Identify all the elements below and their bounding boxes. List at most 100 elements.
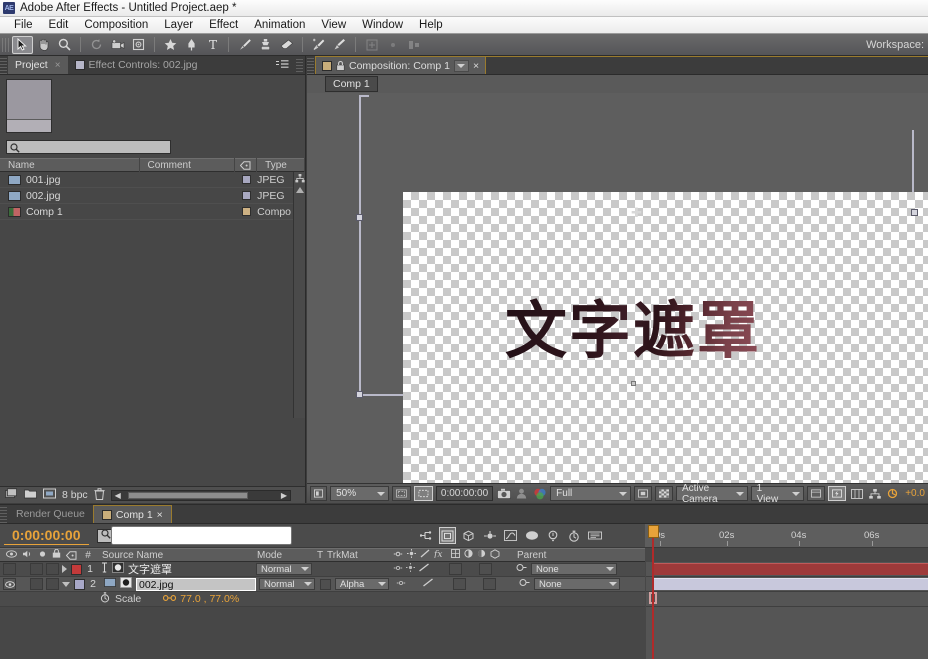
layer1-collapse-icon[interactable] [406, 563, 415, 575]
stopwatch-icon[interactable] [565, 527, 582, 544]
toolbar-grip[interactable] [2, 38, 10, 52]
fast-previews-button[interactable] [828, 486, 846, 501]
column-trkmat[interactable]: TrkMat [327, 550, 387, 561]
bit-depth-label[interactable]: 8 bpc [62, 489, 88, 501]
layer2-parent-select[interactable]: None [534, 578, 620, 590]
menu-help[interactable]: Help [411, 17, 451, 34]
new-footage-icon[interactable] [43, 488, 56, 502]
puppet-pin-tool[interactable] [329, 36, 350, 54]
layer1-solo-toggle[interactable] [46, 563, 59, 575]
timeline-search-box[interactable] [97, 529, 262, 543]
layer1-parent-select[interactable]: None [531, 563, 617, 575]
list-item[interactable]: 001.jpg JPEG [0, 172, 305, 188]
snapping-toggle[interactable] [361, 36, 382, 54]
parent-pickwhip-icon[interactable] [516, 563, 527, 575]
close-icon[interactable]: × [55, 60, 61, 71]
composition-panel-grip[interactable] [307, 56, 314, 74]
selection-handle-center-bottom[interactable] [631, 381, 636, 386]
layer2-shy-icon[interactable] [396, 578, 406, 590]
layer2-parent-cell[interactable]: None [514, 578, 634, 590]
selection-tool[interactable] [12, 36, 33, 54]
project-panel-grip[interactable] [0, 56, 7, 74]
layer2-motion-blur-toggle[interactable] [483, 578, 496, 590]
composition-mini-flowchart-icon[interactable] [418, 527, 435, 544]
playhead-marker[interactable] [648, 525, 659, 538]
timeline-track-area[interactable] [646, 562, 928, 659]
menu-window[interactable]: Window [354, 17, 411, 34]
snapshot-camera-icon[interactable] [496, 486, 511, 501]
toggle-mask-paths-button[interactable] [414, 486, 433, 501]
project-search-box[interactable] [6, 140, 171, 154]
menu-animation[interactable]: Animation [246, 17, 313, 34]
anchor-point-icon[interactable]: ✚ [631, 206, 642, 219]
new-3d-layer-icon[interactable] [460, 527, 477, 544]
stopwatch-icon[interactable] [100, 592, 110, 606]
tab-project[interactable]: Project × [8, 56, 68, 74]
layer1-quality-icon[interactable] [418, 563, 430, 575]
project-horizontal-scrollbar[interactable]: ◀ ▶ [111, 490, 291, 501]
layer2-visibility-toggle[interactable] [3, 578, 16, 590]
layer2-quality-icon[interactable] [422, 578, 434, 590]
tab-render-queue[interactable]: Render Queue [8, 505, 93, 523]
menu-view[interactable]: View [313, 17, 354, 34]
column-label-icon[interactable] [62, 551, 80, 560]
track-row-layer1[interactable] [646, 562, 928, 577]
motion-blur-icon[interactable] [481, 527, 498, 544]
timeline-panel-icon[interactable] [849, 486, 864, 501]
comp-text-layer[interactable]: 文字遮罩 [505, 298, 830, 364]
composition-viewer[interactable]: 文字遮罩 ✚ [307, 93, 928, 483]
align-icon[interactable] [403, 36, 424, 54]
panel-menu-icon[interactable] [276, 60, 289, 69]
exposure-value[interactable]: +0.0 [903, 488, 925, 499]
new-folder-icon[interactable] [24, 488, 37, 502]
scale-property-value-group[interactable]: 77.0 , 77.0% [141, 593, 239, 605]
camera-view-select[interactable]: Active Camera [676, 486, 748, 501]
column-source-name[interactable]: Source Name [96, 550, 251, 561]
menu-effect[interactable]: Effect [201, 17, 246, 34]
pen-tool[interactable] [181, 36, 202, 54]
region-of-interest-button[interactable] [634, 486, 652, 501]
rotation-tool[interactable] [86, 36, 107, 54]
layer2-duration-bar[interactable] [652, 578, 928, 590]
type-tool[interactable]: T [202, 36, 223, 54]
layer1-mode-cell[interactable]: Normal [253, 563, 315, 575]
camera-tool[interactable] [107, 36, 128, 54]
layer1-visibility-toggle[interactable] [3, 563, 16, 575]
delete-icon[interactable] [94, 488, 105, 503]
item-label-swatch[interactable] [235, 207, 257, 216]
graph-editor-icon[interactable] [502, 527, 519, 544]
timeline-search-input[interactable] [111, 526, 292, 545]
menu-file[interactable]: File [6, 17, 41, 34]
list-item[interactable]: 002.jpg JPEG [0, 188, 305, 204]
property-row-scale[interactable]: Scale 77.0 , 77.0% [0, 592, 645, 607]
column-label-icon[interactable] [235, 158, 257, 172]
pixel-aspect-correction-button[interactable] [807, 486, 825, 501]
scrollbar-thumb[interactable] [128, 492, 248, 499]
shape-tool[interactable] [160, 36, 181, 54]
parent-pickwhip-icon[interactable] [519, 578, 530, 590]
table-row[interactable]: 2 002.jpg Normal [0, 577, 645, 592]
view-layout-select[interactable]: 1 View [751, 486, 805, 501]
layer2-mode-cell[interactable]: Normal [256, 578, 318, 590]
scroll-left-arrow[interactable]: ◀ [112, 491, 124, 500]
show-snapshot-icon[interactable] [514, 486, 529, 501]
layer2-source-cell[interactable]: 002.jpg [101, 577, 256, 591]
layer2-audio-toggle[interactable] [30, 578, 43, 590]
layer2-effects-toggle[interactable] [453, 578, 466, 590]
layer2-trkmat-cell[interactable]: Alpha [332, 578, 392, 590]
zoom-level-select[interactable]: 50% [330, 486, 389, 501]
layer1-source-cell[interactable]: 文字遮罩 [98, 561, 253, 577]
tab-composition[interactable]: Composition: Comp 1 × [315, 56, 486, 74]
layer2-t-cell[interactable] [318, 579, 332, 590]
layer2-solo-toggle[interactable] [46, 578, 59, 590]
column-mode[interactable]: Mode [251, 550, 313, 561]
chevron-down-icon[interactable] [454, 60, 469, 72]
clone-stamp-tool[interactable] [255, 36, 276, 54]
track-row-scale[interactable] [646, 592, 928, 607]
lock-icon[interactable] [336, 61, 345, 71]
tab-comp1-timeline[interactable]: Comp 1 × [93, 505, 172, 523]
item-label-swatch[interactable] [235, 191, 257, 200]
scale-property-value[interactable]: 77.0 , 77.0% [180, 593, 239, 605]
eraser-tool[interactable] [276, 36, 297, 54]
scroll-up-arrow[interactable] [294, 184, 306, 196]
